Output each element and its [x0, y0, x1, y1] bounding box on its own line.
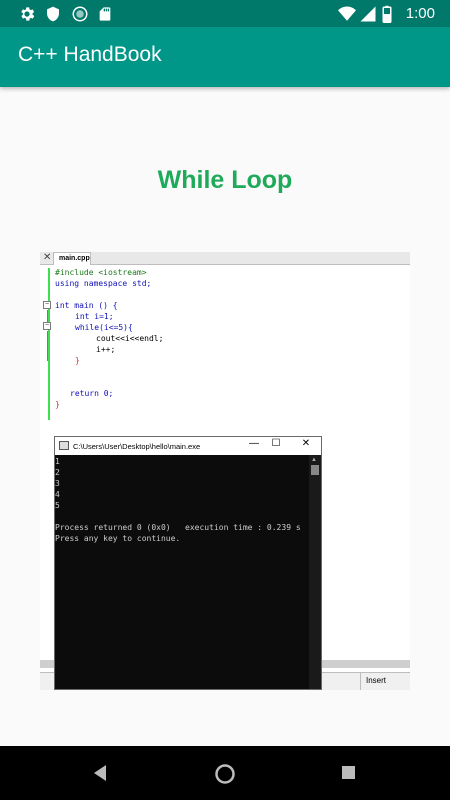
- editor-mode: Insert: [366, 676, 387, 685]
- wifi-icon: [338, 6, 356, 21]
- code-line: #include <iostream>: [55, 268, 147, 277]
- console-output-line: Press any key to continue.: [55, 534, 181, 543]
- code-line: int i=1;: [75, 312, 114, 321]
- code-line: int main () {: [55, 301, 118, 310]
- console-output-line: 3: [55, 479, 60, 488]
- clock: 1:00: [405, 5, 435, 22]
- console-output-line: 1: [55, 457, 60, 466]
- code-line: i++;: [96, 345, 116, 354]
- code-line: return 0;: [70, 389, 114, 398]
- fold-guide: [47, 331, 48, 361]
- fold-marker-icon: −: [43, 322, 51, 330]
- battery-icon: [382, 5, 392, 23]
- status-bar: 1:00: [0, 0, 450, 27]
- gear-icon: [21, 7, 35, 21]
- console-output-line: Process returned 0 (0x0) execution time …: [55, 523, 301, 532]
- scroll-thumb: [311, 465, 319, 475]
- console-output-line: 4: [55, 490, 60, 499]
- console-output-line: 2: [55, 468, 60, 477]
- shield-icon: [47, 6, 59, 22]
- code-example-image: ✕ main.cpp − − #include <iostream> using…: [40, 252, 410, 690]
- console-window: C:\Users\User\Desktop\hello\main.exe — ☐…: [54, 436, 322, 690]
- close-icon: ✕: [301, 438, 311, 449]
- minimize-icon: —: [249, 438, 259, 449]
- signal-icon: [360, 6, 376, 22]
- fold-marker-icon: −: [43, 301, 51, 309]
- editor-tab: main.cpp: [53, 252, 91, 265]
- back-icon[interactable]: [91, 763, 109, 783]
- scroll-up-icon: ▲: [311, 457, 317, 463]
- home-icon[interactable]: [214, 763, 236, 785]
- app-title: C++ HandBook: [18, 43, 162, 66]
- recents-icon[interactable]: [341, 763, 357, 783]
- code-line: }: [75, 356, 80, 365]
- fold-guide: [47, 310, 48, 322]
- maximize-icon: ☐: [271, 438, 281, 449]
- console-title: C:\Users\User\Desktop\hello\main.exe: [73, 442, 201, 451]
- code-line: }: [55, 400, 60, 409]
- console-output-line: 5: [55, 501, 60, 510]
- console-title-bar: C:\Users\User\Desktop\hello\main.exe — ☐…: [55, 437, 321, 455]
- code-line: while(i<=5){: [75, 323, 133, 332]
- tab-close-icon: ✕: [43, 252, 52, 263]
- editor-tab-bar: ✕ main.cpp: [40, 252, 410, 265]
- console-scrollbar: ▲: [309, 455, 321, 689]
- app-bar: C++ HandBook: [0, 27, 450, 87]
- change-gutter: [48, 268, 50, 420]
- page-title: While Loop: [157, 166, 293, 194]
- status-divider: [360, 673, 361, 690]
- circle-icon: [72, 6, 88, 22]
- code-line: cout<<i<<endl;: [96, 334, 164, 343]
- code-line: using namespace std;: [55, 279, 152, 288]
- navigation-bar: [0, 746, 450, 800]
- sd-card-icon: [99, 7, 111, 21]
- console-app-icon: [59, 441, 69, 450]
